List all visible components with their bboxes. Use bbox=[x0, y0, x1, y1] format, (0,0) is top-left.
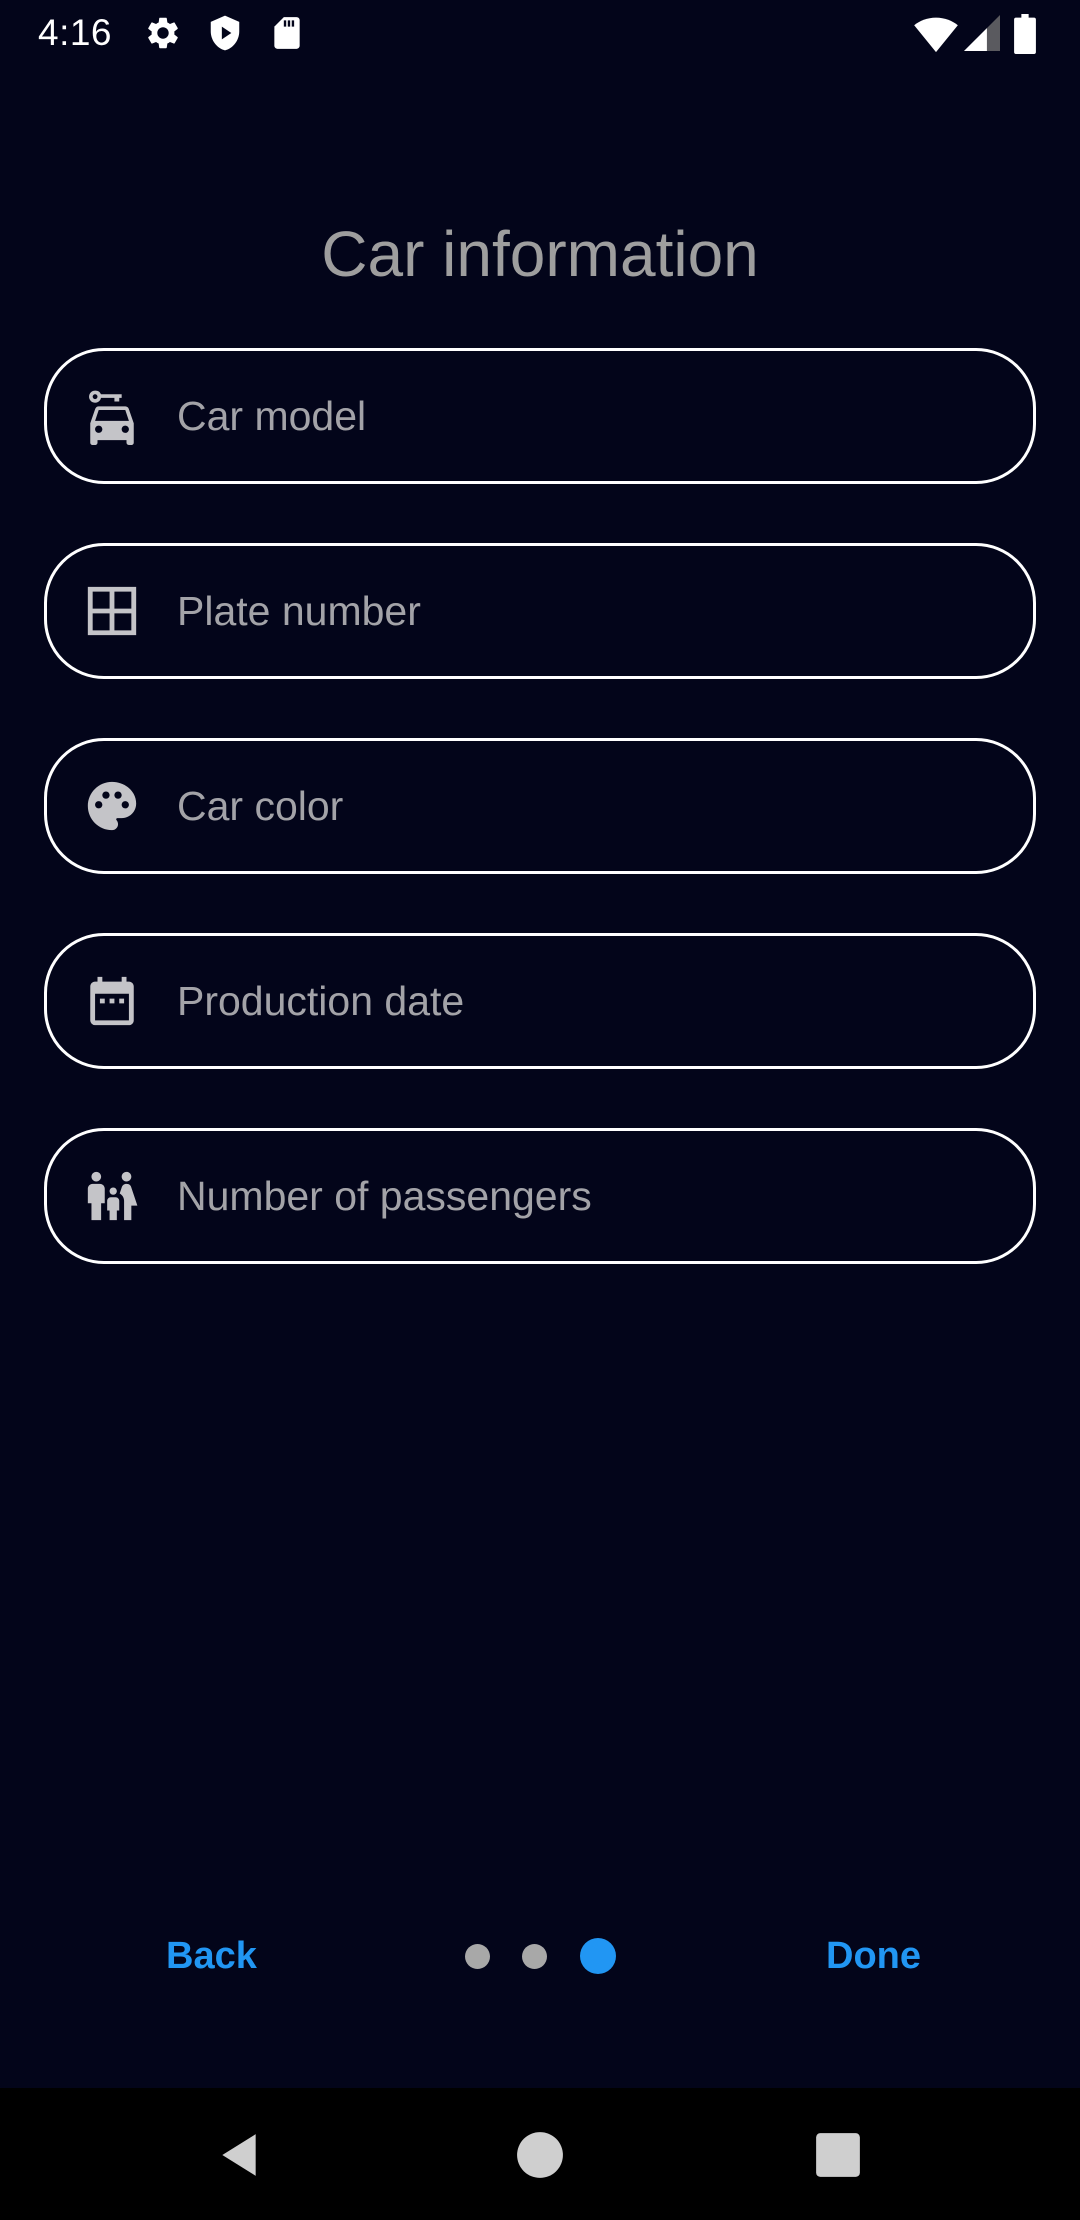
shield-play-icon bbox=[206, 14, 244, 52]
onboarding-navigation: Back Done bbox=[0, 1920, 1080, 1992]
settings-icon bbox=[144, 14, 182, 52]
cell-signal-icon bbox=[964, 14, 1000, 52]
done-button[interactable]: Done bbox=[826, 1920, 921, 1992]
battery-icon bbox=[1014, 14, 1036, 54]
production-date-input[interactable] bbox=[177, 936, 997, 1066]
screen: 4:16 Car information Car model Plate num… bbox=[0, 0, 1080, 2220]
page-indicator-dot-1 bbox=[465, 1944, 490, 1969]
status-time: 4:16 bbox=[38, 12, 113, 53]
calendar-icon bbox=[83, 972, 141, 1030]
car-model-field[interactable] bbox=[44, 348, 1036, 484]
back-button[interactable]: Back bbox=[166, 1920, 257, 1992]
back-triangle-icon[interactable] bbox=[214, 2130, 264, 2180]
palette-icon bbox=[83, 777, 141, 835]
wifi-icon bbox=[914, 14, 958, 54]
car-color-input[interactable] bbox=[177, 741, 997, 871]
production-date-field[interactable] bbox=[44, 933, 1036, 1069]
plate-number-input[interactable] bbox=[177, 546, 997, 676]
sd-card-icon bbox=[268, 14, 306, 52]
status-bar: 4:16 bbox=[0, 0, 1080, 66]
page-title: Car information bbox=[321, 218, 759, 290]
recents-square-icon[interactable] bbox=[813, 2130, 863, 2180]
page-indicator-dot-3-active bbox=[580, 1938, 616, 1974]
home-circle-icon[interactable] bbox=[515, 2130, 565, 2180]
grid-icon bbox=[83, 582, 141, 640]
passengers-input[interactable] bbox=[177, 1131, 997, 1261]
system-navigation-bar bbox=[0, 2088, 1080, 2220]
car-model-input[interactable] bbox=[177, 351, 997, 481]
plate-number-field[interactable] bbox=[44, 543, 1036, 679]
car-key-icon bbox=[83, 387, 141, 445]
car-color-field[interactable] bbox=[44, 738, 1036, 874]
passengers-field[interactable] bbox=[44, 1128, 1036, 1264]
page-indicator-dot-2 bbox=[522, 1944, 547, 1969]
family-icon bbox=[83, 1167, 141, 1225]
